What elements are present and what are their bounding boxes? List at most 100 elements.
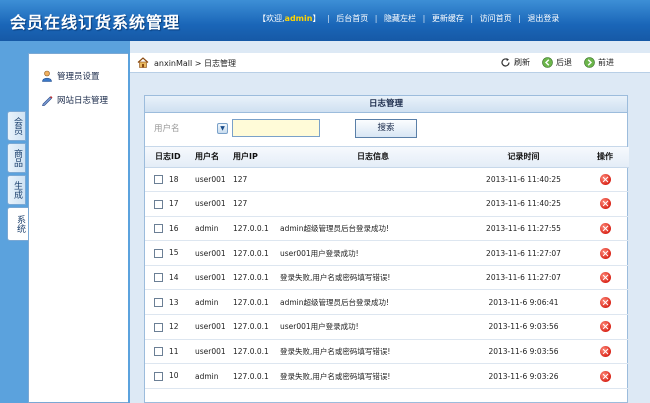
divider: |: [470, 14, 474, 23]
delete-icon[interactable]: [599, 198, 611, 210]
row-checkbox[interactable]: [154, 273, 163, 283]
user-cell: user001: [195, 240, 233, 266]
link-visit-home[interactable]: 访问首页: [480, 13, 512, 24]
column-header-user[interactable]: 用户名: [195, 147, 233, 168]
ip-cell: 127.0.0.1: [233, 216, 280, 242]
action-cell: [581, 363, 629, 389]
row-checkbox[interactable]: [154, 224, 163, 234]
divider: |: [422, 14, 426, 23]
delete-icon[interactable]: [599, 272, 611, 284]
action-cell: [581, 191, 629, 217]
ip-cell: 127.0.0.1: [233, 289, 280, 316]
column-header-info[interactable]: 日志信息: [280, 147, 466, 168]
user-cell: user001: [195, 314, 233, 340]
table-row: 15 user001 127.0.0.1 user001用户登录成功! 2013…: [145, 240, 629, 266]
forward-button[interactable]: 前进: [584, 57, 614, 68]
action-cell: [581, 240, 629, 266]
breadcrumb-root[interactable]: anxinMall: [154, 59, 192, 68]
sidebar-item-admin-settings[interactable]: 管理员设置: [41, 69, 100, 83]
ip-cell: 127.0.0.1: [233, 240, 280, 266]
link-hide-sidebar[interactable]: 隐藏左栏: [384, 13, 416, 24]
pen-icon: [41, 94, 53, 107]
welcome-prefix: 【欢迎,: [258, 14, 285, 23]
log-info: admin超级管理员后台登录成功!: [280, 297, 390, 307]
row-checkbox[interactable]: [154, 248, 163, 258]
row-checkbox[interactable]: [154, 371, 163, 381]
id-cell: 17: [145, 191, 195, 217]
ip-cell: 127.0.0.1: [233, 339, 280, 365]
search-input[interactable]: [232, 119, 320, 137]
divider: |: [327, 14, 330, 23]
breadcrumb: anxinMall > 日志管理: [154, 58, 236, 69]
search-bar: 用户名 ▼ 搜索: [145, 113, 627, 147]
info-cell: admin超级管理员后台登录成功!: [280, 216, 466, 242]
column-header-id[interactable]: 日志ID: [145, 147, 195, 168]
tab-products[interactable]: 商品: [7, 143, 26, 173]
user-cell: user001: [195, 167, 233, 193]
tab-members[interactable]: 会员: [7, 111, 26, 141]
link-update-cache[interactable]: 更新缓存: [432, 13, 464, 24]
column-header-ip[interactable]: 用户IP: [233, 147, 280, 168]
table-row: 17 user001 127 2013-11-6 11:40:25: [145, 191, 629, 217]
user-cell: admin: [195, 363, 233, 389]
action-cell: [581, 167, 629, 193]
redacted-info: [280, 174, 428, 185]
id-cell: 10: [145, 363, 195, 389]
search-button[interactable]: 搜索: [355, 119, 417, 138]
user-cell: user001: [195, 339, 233, 365]
time-cell: 2013-11-6 9:06:41: [466, 289, 581, 316]
log-id: 13: [169, 297, 179, 307]
link-admin-home[interactable]: 后台首页: [336, 13, 368, 24]
tab-system[interactable]: 系统: [7, 207, 28, 241]
delete-icon[interactable]: [599, 321, 611, 333]
column-header-time[interactable]: 记录时间: [466, 147, 581, 168]
back-arrow-icon: [542, 57, 553, 68]
delete-icon[interactable]: [599, 173, 611, 185]
refresh-button[interactable]: 刷新: [500, 57, 530, 68]
id-cell: 15: [145, 240, 195, 266]
info-cell: [280, 191, 466, 217]
user-cell: admin: [195, 216, 233, 242]
log-info: admin超级管理员后台登录成功!: [280, 223, 390, 233]
search-field-select[interactable]: 用户名 ▼: [154, 122, 229, 136]
delete-icon[interactable]: [599, 370, 611, 382]
log-info: user001用户登录成功!: [280, 322, 359, 332]
row-checkbox[interactable]: [154, 199, 163, 209]
table-row: 16 admin 127.0.0.1 admin超级管理员后台登录成功! 201…: [145, 216, 629, 242]
row-checkbox[interactable]: [154, 347, 163, 357]
ip-cell: 127.0.0.1: [233, 265, 280, 291]
sidebar-item-site-log[interactable]: 网站日志管理: [41, 93, 108, 107]
divider: |: [374, 14, 378, 23]
tab-generate[interactable]: 生成: [7, 175, 26, 205]
sidebar-panel: 管理员设置 网站日志管理: [28, 53, 128, 403]
id-cell: 14: [145, 265, 195, 291]
row-checkbox[interactable]: [154, 298, 163, 308]
user-cell: user001: [195, 265, 233, 291]
row-checkbox[interactable]: [154, 175, 163, 185]
log-info: user001用户登录成功!: [280, 248, 359, 258]
back-button[interactable]: 后退: [542, 57, 572, 68]
delete-icon[interactable]: [599, 296, 611, 308]
breadcrumb-separator: >: [194, 59, 202, 68]
sidebar-item-label: 网站日志管理: [57, 96, 109, 106]
table-row: 14 user001 127.0.0.1 登录失败,用户名或密码填写错误! 20…: [145, 265, 629, 291]
log-info: 登录失败,用户名或密码填写错误!: [280, 346, 391, 356]
time-cell: 2013-11-6 11:27:07: [466, 265, 581, 291]
user-cell: admin: [195, 289, 233, 316]
delete-icon[interactable]: [599, 247, 611, 259]
user-cell: user001: [195, 191, 233, 217]
top-links: 【欢迎,admin】 | 后台首页 | 隐藏左栏 | 更新缓存 | 访问首页 |…: [258, 13, 559, 24]
ip-cell: 127.0.0.1: [233, 314, 280, 340]
log-id: 18: [169, 174, 179, 184]
divider: |: [518, 14, 521, 23]
delete-icon[interactable]: [599, 345, 611, 357]
welcome-suffix: 】: [312, 14, 321, 23]
link-logout[interactable]: 退出登录: [527, 13, 559, 24]
delete-icon[interactable]: [599, 222, 611, 234]
row-checkbox[interactable]: [154, 322, 163, 332]
ip-cell: 127.0.0.1: [233, 363, 280, 389]
time-cell: 2013-11-6 11:27:07: [466, 240, 581, 266]
refresh-icon: [500, 57, 511, 68]
action-cell: [581, 339, 629, 365]
log-id: 17: [169, 199, 179, 209]
